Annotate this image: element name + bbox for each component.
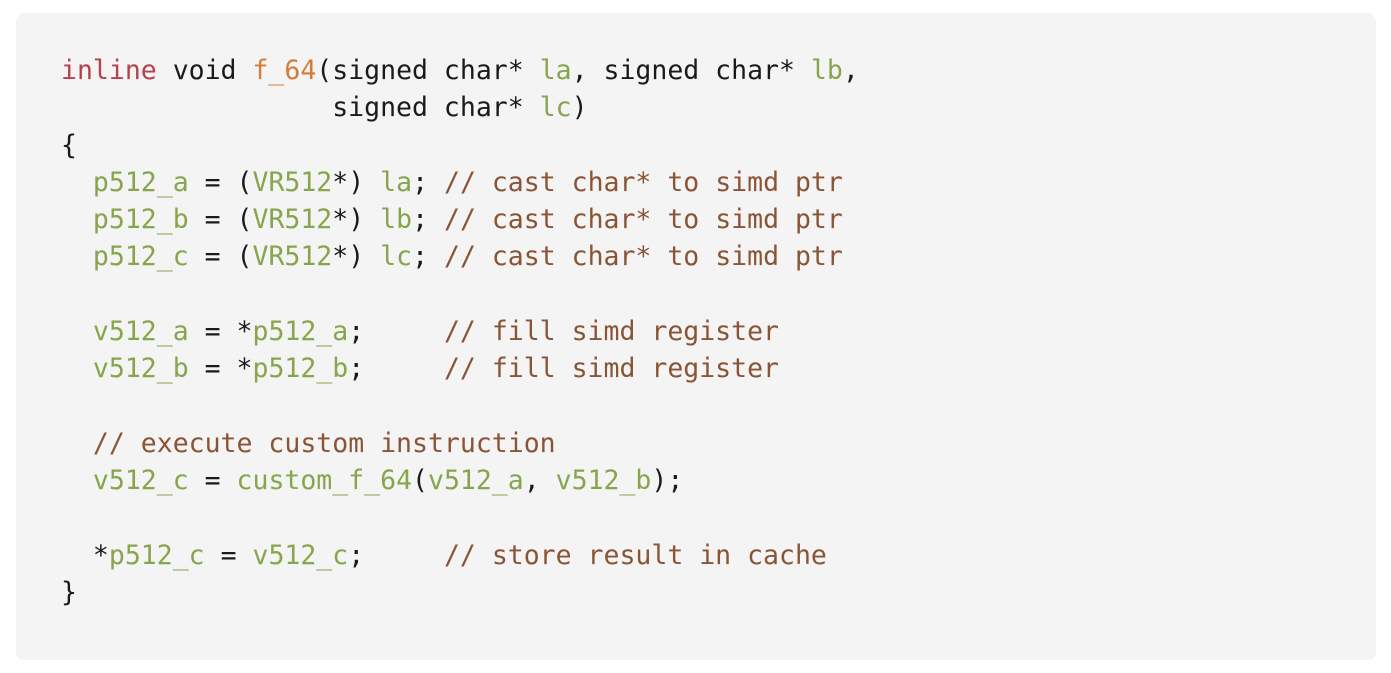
punctuation-token: = * xyxy=(188,316,253,348)
punctuation-token: ); xyxy=(651,465,684,497)
punctuation-token: signed char* xyxy=(61,92,540,124)
code-line: p512_b = (VR512*) lb; // cast char* to s… xyxy=(61,201,859,238)
punctuation-token: * xyxy=(61,539,109,571)
code-line: p512_c = (VR512*) lc; // cast char* to s… xyxy=(61,238,859,275)
code-line: { xyxy=(61,127,859,164)
identifier-token: lc xyxy=(380,241,413,273)
code-line: inline void f_64(signed char* la, signed… xyxy=(61,52,859,89)
identifier-token: lb xyxy=(380,204,413,236)
identifier-token: p512_b xyxy=(252,353,349,385)
indent-token xyxy=(61,465,93,496)
code-line: p512_a = (VR512*) la; // cast char* to s… xyxy=(61,164,859,201)
punctuation-token: ; xyxy=(348,353,444,385)
identifier-token: v512_b xyxy=(555,465,652,497)
type-token: void xyxy=(156,55,253,86)
punctuation-token: = xyxy=(188,465,237,497)
punctuation-token: ; xyxy=(348,539,444,571)
identifier-token: VR512 xyxy=(252,241,333,273)
identifier-token: lb xyxy=(810,55,843,86)
identifier-token: VR512 xyxy=(252,204,333,236)
punctuation-token: = ( xyxy=(188,166,253,198)
code-line: v512_a = *p512_a; // fill simd register xyxy=(61,313,859,350)
indent-token xyxy=(61,353,93,384)
code-line: *p512_c = v512_c; // store result in cac… xyxy=(61,537,859,574)
function-name-token: f_64 xyxy=(252,55,317,86)
indent-token xyxy=(61,428,93,459)
code-line: } xyxy=(61,574,859,611)
comment-token: // fill simd register xyxy=(443,316,779,348)
identifier-token: v512_a xyxy=(428,465,524,497)
punctuation-token: , signed char* xyxy=(571,55,811,86)
indent-token xyxy=(61,167,93,198)
punctuation-token: , xyxy=(523,465,556,497)
punctuation-token: , xyxy=(842,55,859,86)
punctuation-token: = xyxy=(204,539,253,571)
code-line: signed char* lc) xyxy=(61,89,859,126)
identifier-token: v512_b xyxy=(92,353,189,385)
punctuation-token: = ( xyxy=(188,204,253,236)
identifier-token: v512_c xyxy=(92,465,189,497)
comment-token: // cast char* to simd ptr xyxy=(443,166,843,198)
identifier-token: la xyxy=(380,166,413,198)
code-line: // execute custom instruction xyxy=(61,425,859,462)
identifier-token: p512_a xyxy=(252,316,349,348)
punctuation-token: = * xyxy=(188,353,253,385)
code-line: v512_b = *p512_b; // fill simd register xyxy=(61,350,859,387)
identifier-token: la xyxy=(539,55,572,86)
comment-token: // fill simd register xyxy=(443,353,779,385)
punctuation-token: ; xyxy=(412,241,444,273)
punctuation-token: *) xyxy=(332,241,381,273)
punctuation-token: ; xyxy=(412,166,444,198)
identifier-token: p512_b xyxy=(92,204,189,236)
punctuation-token: } xyxy=(61,577,77,609)
identifier-token: p512_c xyxy=(92,241,189,273)
punctuation-token: ( xyxy=(412,465,428,497)
identifier-token: p512_c xyxy=(108,539,205,571)
identifier-token: lc xyxy=(539,92,572,124)
comment-token: // execute custom instruction xyxy=(92,427,556,459)
punctuation-token: ) xyxy=(571,92,588,124)
indent-token xyxy=(61,316,93,347)
code-listing[interactable]: inline void f_64(signed char* la, signed… xyxy=(61,52,859,611)
identifier-token: custom_f_64 xyxy=(236,465,413,497)
punctuation-token: ; xyxy=(348,316,444,348)
identifier-token: v512_c xyxy=(252,539,349,571)
comment-token: // cast char* to simd ptr xyxy=(443,241,843,273)
punctuation-token: (signed char* xyxy=(316,55,540,86)
punctuation-token: ; xyxy=(412,204,444,236)
punctuation-token: *) xyxy=(332,166,381,198)
indent-token xyxy=(61,241,93,272)
code-line: v512_c = custom_f_64(v512_a, v512_b); xyxy=(61,462,859,499)
identifier-token: p512_a xyxy=(92,166,189,198)
identifier-token: v512_a xyxy=(92,316,189,348)
punctuation-token: { xyxy=(61,129,77,161)
indent-token xyxy=(61,204,93,235)
punctuation-token: = ( xyxy=(188,241,253,273)
code-block: inline void f_64(signed char* la, signed… xyxy=(16,13,1376,660)
punctuation-token: *) xyxy=(332,204,381,236)
keyword-token: inline xyxy=(61,55,157,86)
identifier-token: VR512 xyxy=(252,166,333,198)
comment-token: // store result in cache xyxy=(443,539,827,571)
comment-token: // cast char* to simd ptr xyxy=(443,204,843,236)
